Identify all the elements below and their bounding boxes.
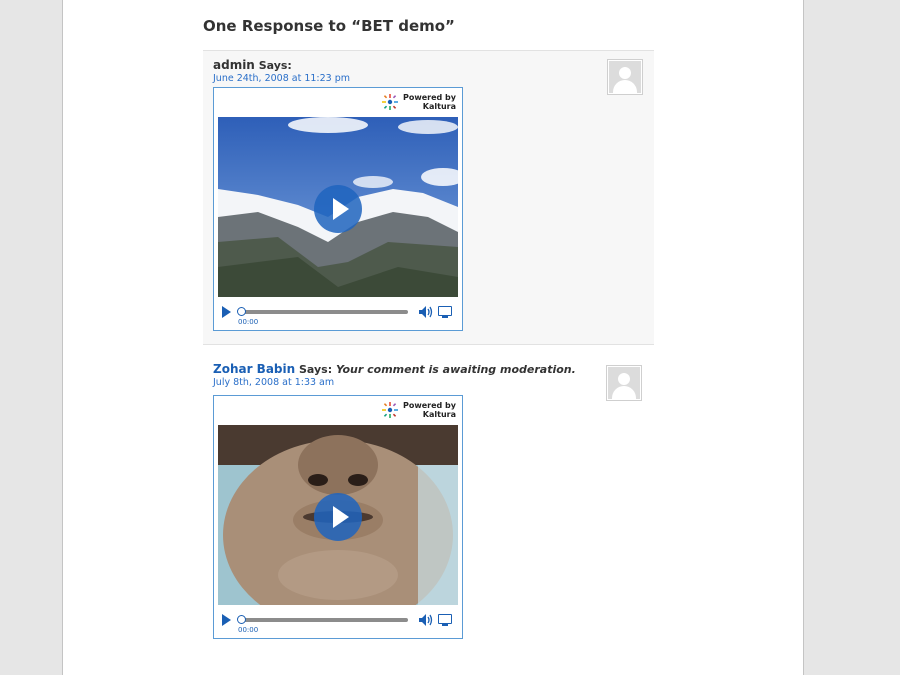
time-display: 00:00 [238, 626, 259, 634]
video-thumbnail-mountains[interactable] [218, 117, 458, 297]
scrubber-handle[interactable] [237, 307, 246, 316]
says-label: Says: [299, 363, 333, 376]
kaltura-text: Kaltura [422, 102, 456, 111]
play-overlay-icon[interactable] [314, 185, 362, 233]
progress-scrubber[interactable] [238, 618, 408, 622]
fullscreen-icon[interactable] [438, 614, 452, 626]
volume-icon[interactable] [418, 613, 434, 627]
comment-header: Zohar Babin Says: Your comment is awaiti… [213, 362, 576, 376]
comment-author: admin [213, 58, 255, 72]
player-controls: 00:00 [218, 610, 458, 634]
comments-heading: One Response to “BET demo” [203, 17, 455, 35]
play-icon[interactable] [222, 306, 231, 318]
comment-date-link[interactable]: July 8th, 2008 at 1:33 am [213, 377, 334, 388]
powered-by-text: Powered by [403, 401, 456, 410]
kaltura-video-player[interactable]: Powered by Kaltura 00:00 [213, 87, 463, 331]
fullscreen-icon[interactable] [438, 306, 452, 318]
avatar-icon [607, 59, 643, 95]
time-display: 00:00 [238, 318, 259, 326]
progress-scrubber[interactable] [238, 310, 408, 314]
kaltura-logo-icon [382, 402, 398, 418]
moderation-notice: Your comment is awaiting moderation. [335, 363, 576, 376]
comment-header: admin Says: [213, 58, 292, 72]
powered-by-kaltura[interactable]: Powered by Kaltura [381, 401, 456, 419]
comment-author-link[interactable]: Zohar Babin [213, 362, 295, 376]
page-content: One Response to “BET demo” admin Says: J… [62, 0, 804, 675]
avatar-icon [606, 365, 642, 401]
play-icon[interactable] [222, 614, 231, 626]
powered-by-text: Powered by [403, 93, 456, 102]
comment-item: Zohar Babin Says: Your comment is awaiti… [203, 355, 654, 655]
scrubber-handle[interactable] [237, 615, 246, 624]
powered-by-kaltura[interactable]: Powered by Kaltura [381, 93, 456, 111]
volume-icon[interactable] [418, 305, 434, 319]
play-overlay-icon[interactable] [314, 493, 362, 541]
says-label: Says: [258, 59, 292, 72]
video-thumbnail-face[interactable] [218, 425, 458, 605]
kaltura-text: Kaltura [422, 410, 456, 419]
player-controls: 00:00 [218, 302, 458, 326]
kaltura-video-player[interactable]: Powered by Kaltura 00:00 [213, 395, 463, 639]
kaltura-logo-icon [382, 94, 398, 110]
comment-date-link[interactable]: June 24th, 2008 at 11:23 pm [213, 73, 350, 84]
comment-item: admin Says: June 24th, 2008 at 11:23 pm [203, 50, 654, 345]
